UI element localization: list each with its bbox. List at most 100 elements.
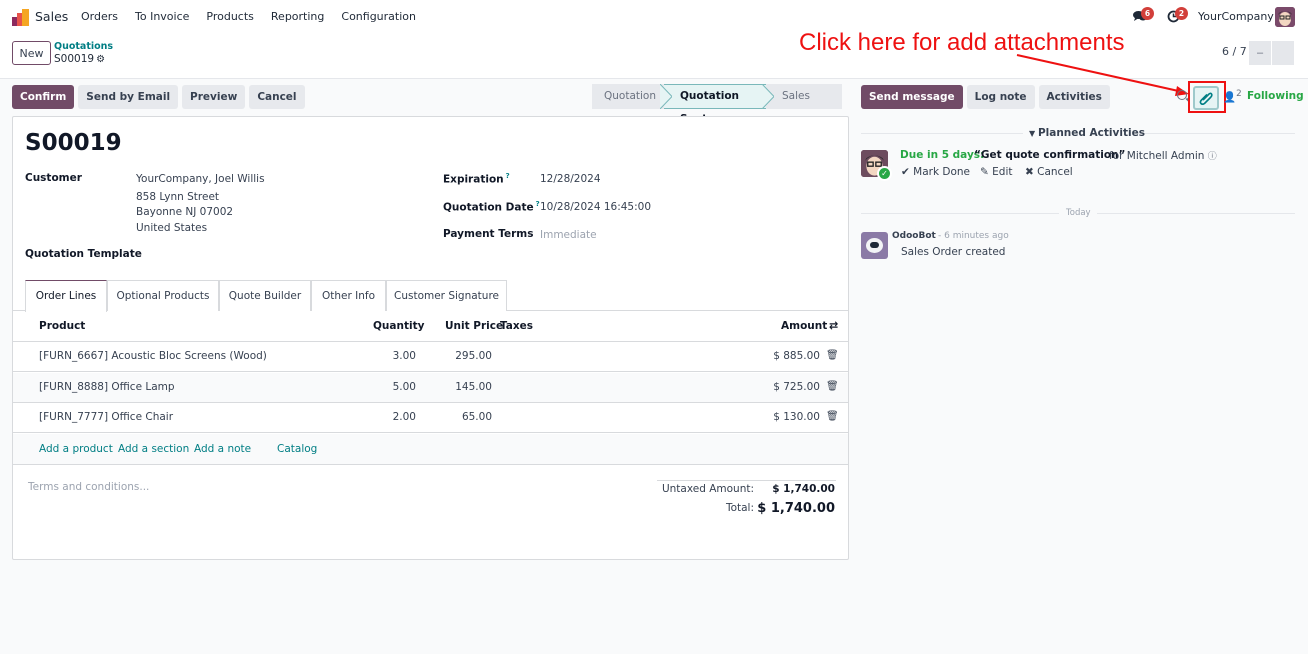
payment-terms-field[interactable]: Immediate: [540, 227, 597, 243]
chatter-topbar: Send message Log note Activities: [861, 85, 1110, 109]
menu-reporting[interactable]: Reporting: [271, 10, 324, 23]
stage-sales-order[interactable]: Sales Order: [766, 84, 842, 127]
check-icon: ✔: [901, 166, 914, 178]
company-switcher[interactable]: YourCompany: [1198, 10, 1274, 23]
preview-button[interactable]: Preview: [182, 85, 246, 109]
menu-configuration[interactable]: Configuration: [341, 10, 416, 23]
row-quantity[interactable]: 3.00: [393, 350, 416, 362]
total-label: Total:: [725, 502, 754, 514]
row-quantity[interactable]: 2.00: [393, 411, 416, 423]
customer-name[interactable]: YourCompany, Joel Willis: [136, 171, 265, 187]
sales-app-logo-icon[interactable]: [12, 9, 30, 26]
terms-and-conditions-input[interactable]: Terms and conditions...: [28, 481, 149, 493]
info-icon[interactable]: ⓘ: [1208, 152, 1217, 162]
delete-line-icon[interactable]: 🗑: [826, 411, 839, 422]
expiration-label-text: Expiration: [443, 173, 504, 186]
stage-quotation-sent[interactable]: Quotation Sent: [664, 84, 766, 125]
add-note-link[interactable]: Add a note: [194, 443, 251, 455]
tab-optional-products[interactable]: Optional Products: [107, 280, 219, 311]
user-avatar[interactable]: [1275, 7, 1295, 27]
search-messages-icon[interactable]: [1177, 90, 1187, 100]
activity-due: Due in 5 days:: [900, 149, 985, 161]
following-button[interactable]: Following: [1247, 90, 1304, 102]
form-actions: Confirm Send by Email Preview Cancel: [12, 85, 305, 109]
log-note-button[interactable]: Log note: [966, 85, 1035, 109]
send-message-button[interactable]: Send message: [861, 85, 963, 109]
untaxed-amount-value: $ 1,740.00: [772, 483, 835, 495]
row-product[interactable]: [FURN_7777] Office Chair: [39, 411, 173, 423]
row-amount: $ 885.00: [773, 350, 820, 362]
stage-chevron-icon: [660, 84, 672, 109]
delete-line-icon[interactable]: 🗑: [826, 350, 839, 361]
add-line-row: Add a product Add a section Add a note C…: [13, 434, 848, 465]
mark-done-button[interactable]: ✔ Mark Done: [901, 166, 970, 178]
add-product-link[interactable]: Add a product: [39, 443, 113, 455]
message-time: - 6 minutes ago: [938, 231, 1009, 241]
table-row[interactable]: [FURN_7777] Office Chair 2.00 65.00 $ 13…: [13, 403, 848, 433]
menu-products[interactable]: Products: [206, 10, 254, 23]
new-button[interactable]: New: [12, 41, 51, 65]
row-product[interactable]: [FURN_6667] Acoustic Bloc Screens (Wood): [39, 350, 267, 362]
mark-done-label: Mark Done: [913, 166, 970, 178]
activities-button[interactable]: 2: [1167, 7, 1188, 23]
cancel-button[interactable]: Cancel: [249, 85, 305, 109]
quotation-date-field[interactable]: 10/28/2024 16:45:00: [540, 199, 651, 215]
row-unit-price[interactable]: 145.00: [455, 381, 492, 393]
cancel-activity-button[interactable]: ✖ Cancel: [1025, 166, 1073, 178]
tab-order-lines[interactable]: Order Lines: [25, 280, 107, 312]
column-unit-price[interactable]: Unit Price: [445, 320, 503, 332]
pager-value[interactable]: 6 / 7: [1222, 45, 1247, 58]
row-quantity[interactable]: 5.00: [393, 381, 416, 393]
pager-previous-button[interactable]: –: [1249, 41, 1271, 65]
menu-to-invoice[interactable]: To Invoice: [135, 10, 189, 23]
edit-activity-button[interactable]: ✎ Edit: [980, 166, 1012, 178]
tab-customer-signature[interactable]: Customer Signature: [386, 280, 507, 311]
app-name[interactable]: Sales: [35, 9, 68, 24]
customer-city: Bayonne NJ 07002: [136, 206, 234, 218]
stage-label: Quotation: [604, 90, 657, 102]
confirm-button[interactable]: Confirm: [12, 85, 75, 109]
stage-quotation[interactable]: Quotation: [592, 84, 664, 109]
expiration-field[interactable]: 12/28/2024: [540, 171, 601, 187]
send-by-email-button[interactable]: Send by Email: [78, 85, 179, 109]
cancel-label: Cancel: [1037, 166, 1073, 178]
quotation-date-label: Quotation Date?: [443, 200, 540, 214]
expiration-label: Expiration?: [443, 172, 510, 186]
row-unit-price[interactable]: 295.00: [455, 350, 492, 362]
customer-label: Customer: [25, 172, 82, 184]
column-taxes[interactable]: Taxes: [500, 320, 533, 332]
activity-assignee: for Mitchell Admin ⓘ: [1109, 149, 1217, 162]
quotation-date-label-text: Quotation Date: [443, 201, 534, 214]
row-unit-price[interactable]: 65.00: [462, 411, 492, 423]
column-quantity[interactable]: Quantity: [373, 320, 424, 332]
row-product[interactable]: [FURN_8888] Office Lamp: [39, 381, 175, 393]
table-row[interactable]: [FURN_8888] Office Lamp 5.00 145.00 $ 72…: [13, 373, 848, 403]
followers-button[interactable]: 👤2: [1223, 89, 1242, 104]
table-row[interactable]: [FURN_6667] Acoustic Bloc Screens (Wood)…: [13, 342, 848, 372]
activity-summary: “Get quote confirmation”: [974, 149, 1126, 161]
delete-line-icon[interactable]: 🗑: [826, 381, 839, 392]
divider: [1139, 133, 1295, 134]
activity-assignee-text: for Mitchell Admin: [1109, 150, 1205, 162]
messages-button[interactable]: 6: [1133, 7, 1154, 22]
column-amount[interactable]: Amount: [781, 320, 827, 332]
activities-button[interactable]: Activities: [1038, 85, 1110, 109]
activities-badge: 2: [1175, 7, 1188, 20]
tab-other-info[interactable]: Other Info: [311, 280, 386, 311]
planned-activities-toggle[interactable]: ▼ Planned Activities: [1029, 127, 1145, 139]
optional-columns-toggle-icon[interactable]: ⇄: [829, 319, 838, 332]
add-section-link[interactable]: Add a section: [118, 443, 189, 455]
record-title: S00019: [25, 130, 122, 156]
breadcrumb-quotations[interactable]: Quotations: [54, 41, 113, 52]
pager-next-button[interactable]: [1272, 41, 1294, 65]
message-author[interactable]: OdooBot: [892, 231, 936, 241]
menu-orders[interactable]: Orders: [81, 10, 118, 23]
help-icon[interactable]: ?: [506, 172, 510, 180]
gear-icon[interactable]: ⚙: [96, 54, 105, 65]
column-product[interactable]: Product: [39, 320, 85, 332]
odoobot-avatar: [861, 232, 888, 259]
annotation-highlight-box: [1188, 81, 1226, 113]
tab-quote-builder[interactable]: Quote Builder: [219, 280, 311, 311]
divider: [1097, 213, 1295, 214]
catalog-link[interactable]: Catalog: [277, 443, 317, 455]
